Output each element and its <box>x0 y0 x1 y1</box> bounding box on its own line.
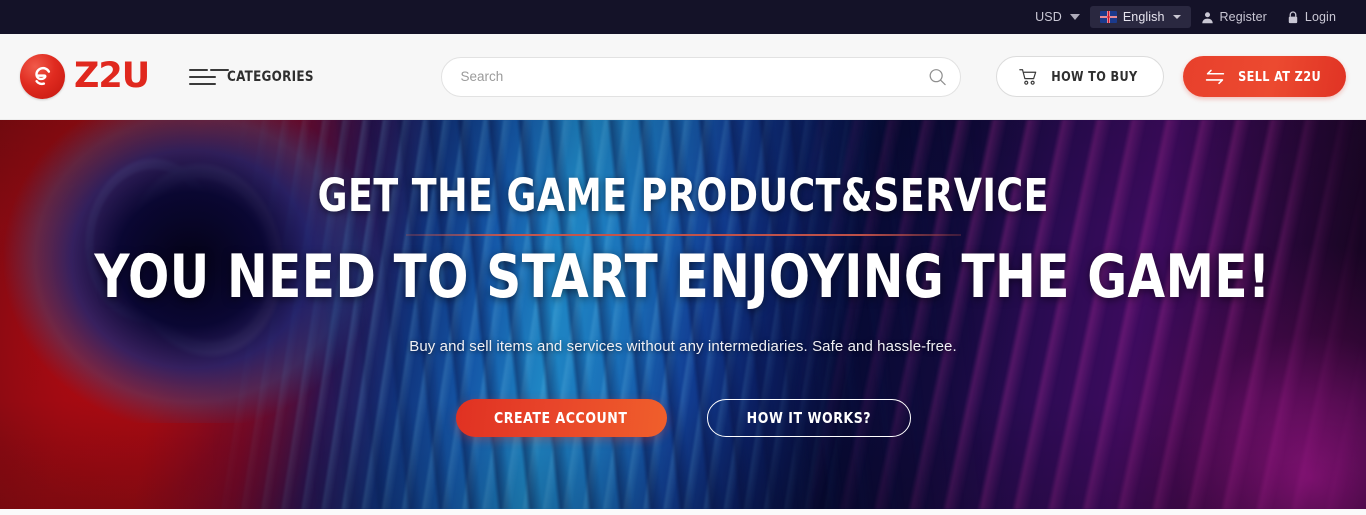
page-content-below-fold <box>0 509 1366 515</box>
sell-at-z2u-button[interactable]: SELL AT Z2U <box>1182 56 1346 97</box>
register-link[interactable]: Register <box>1191 6 1277 28</box>
categories-menu[interactable]: CATEGORIES <box>189 68 321 85</box>
how-it-works-button[interactable]: HOW IT WORKS? <box>706 398 911 437</box>
register-label: Register <box>1219 10 1267 24</box>
chevron-down-icon <box>1172 15 1181 19</box>
shopping-cart-icon <box>1019 68 1037 85</box>
sell-at-z2u-label: SELL AT Z2U <box>1237 68 1321 85</box>
uk-flag-icon <box>1099 11 1117 23</box>
exchange-arrows-icon <box>1205 69 1225 84</box>
hero-divider <box>405 234 961 236</box>
hamburger-icon <box>189 68 217 85</box>
hero-content: GET THE GAME PRODUCT&SERVICE YOU NEED TO… <box>0 120 1366 509</box>
hero-banner: GET THE GAME PRODUCT&SERVICE YOU NEED TO… <box>0 120 1366 509</box>
how-it-works-label: HOW IT WORKS? <box>746 408 871 427</box>
currency-label: USD <box>1035 10 1062 24</box>
currency-selector[interactable]: USD <box>1025 6 1090 28</box>
hero-headline-line2: YOU NEED TO START ENJOYING THE GAME! <box>94 241 1272 312</box>
language-selector[interactable]: English <box>1089 6 1191 28</box>
logo[interactable]: Z2U <box>20 54 150 99</box>
search-button[interactable] <box>928 67 947 86</box>
hero-subtitle: Buy and sell items and services without … <box>409 337 957 355</box>
search-icon <box>929 68 946 85</box>
hero-headline-line1: GET THE GAME PRODUCT&SERVICE <box>317 169 1049 222</box>
login-label: Login <box>1304 10 1336 24</box>
top-utility-bar: USD English Register Login <box>0 0 1366 34</box>
logo-text: Z2U <box>74 56 150 96</box>
categories-label: CATEGORIES <box>227 68 314 85</box>
language-label: English <box>1122 10 1165 24</box>
how-to-buy-label: HOW TO BUY <box>1051 68 1138 85</box>
create-account-button[interactable]: CREATE ACCOUNT <box>455 398 667 437</box>
user-icon <box>1201 11 1213 23</box>
how-to-buy-button[interactable]: HOW TO BUY <box>996 56 1164 97</box>
search-input[interactable] <box>440 56 961 97</box>
z2u-logo-icon <box>20 54 65 99</box>
search-box <box>440 56 961 97</box>
lock-icon <box>1288 10 1298 23</box>
login-link[interactable]: Login <box>1277 6 1346 28</box>
create-account-label: CREATE ACCOUNT <box>494 408 628 427</box>
hero-cta-row: CREATE ACCOUNT HOW IT WORKS? <box>455 398 911 437</box>
chevron-down-icon <box>1069 14 1080 20</box>
header-actions: HOW TO BUY SELL AT Z2U <box>996 56 1346 97</box>
main-header: Z2U CATEGORIES HOW TO BUY <box>0 34 1366 120</box>
